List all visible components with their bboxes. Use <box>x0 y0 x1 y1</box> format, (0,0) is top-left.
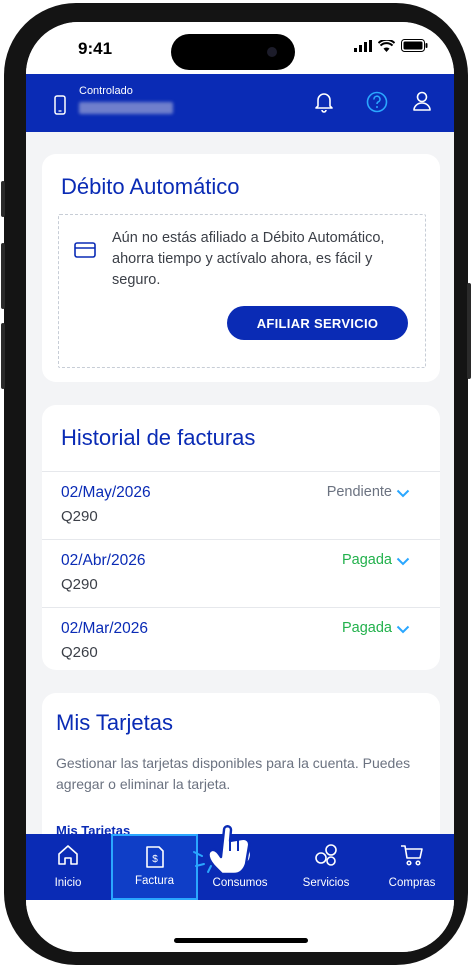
tab-compras[interactable]: Compras <box>370 834 454 900</box>
chevron-down-icon[interactable] <box>396 557 410 566</box>
tab-factura[interactable]: $ Factura <box>111 834 198 900</box>
account-number-redacted <box>79 102 173 114</box>
tap-hand-pointer-icon <box>193 825 251 876</box>
debito-card: Débito Automático Aún no estás afiliado … <box>42 154 440 382</box>
dynamic-island <box>171 34 295 70</box>
home-indicator-area <box>26 900 454 952</box>
tab-servicios[interactable]: Servicios <box>284 834 368 900</box>
invoice-status: Pagada <box>342 620 392 636</box>
line-type-label: Controlado <box>79 85 133 97</box>
bell-icon[interactable] <box>314 91 334 113</box>
tab-label: Compras <box>388 877 436 889</box>
volume-down-button <box>1 323 5 389</box>
volume-up-button <box>1 243 5 309</box>
invoice-amount: Q290 <box>61 508 98 525</box>
signal-icon <box>354 39 372 52</box>
status-bar: 9:41 <box>26 22 454 74</box>
credit-card-icon <box>74 242 96 258</box>
invoice-row[interactable]: 02/Abr/2026 Q290 Pagada <box>42 539 440 608</box>
invoice-status: Pendiente <box>326 484 392 500</box>
invoice-date: 02/May/2026 <box>61 484 151 501</box>
debito-title: Débito Automático <box>61 174 240 199</box>
historial-card: Historial de facturas 02/May/2026 Q290 P… <box>42 405 440 670</box>
invoice-row[interactable]: 02/May/2026 Q290 Pendiente <box>42 471 440 540</box>
help-icon[interactable] <box>366 91 388 113</box>
services-icon <box>315 844 337 866</box>
tab-inicio[interactable]: Inicio <box>26 834 110 900</box>
chevron-down-icon[interactable] <box>396 489 410 498</box>
invoice-date: 02/Mar/2026 <box>61 620 149 637</box>
invoice-date: 02/Abr/2026 <box>61 552 146 569</box>
svg-text:$: $ <box>152 854 158 865</box>
invoice-icon: $ <box>145 846 164 868</box>
status-time: 9:41 <box>78 39 113 58</box>
power-button <box>467 283 471 379</box>
invoice-amount: Q290 <box>61 576 98 593</box>
invoice-amount: Q260 <box>61 644 98 661</box>
afiliar-servicio-button[interactable]: AFILIAR SERVICIO <box>227 306 408 340</box>
tab-label: Servicios <box>302 877 350 889</box>
debito-message: Aún no estás afiliado a Débito Automátic… <box>112 230 385 288</box>
invoice-status: Pagada <box>342 552 392 568</box>
battery-icon <box>401 39 428 52</box>
screen: 9:41 Controlado Débito Automático Aún no… <box>26 22 454 952</box>
home-icon <box>58 845 78 865</box>
historial-title: Historial de facturas <box>61 425 256 450</box>
phone-line-icon <box>54 95 66 115</box>
scroll-content[interactable]: Débito Automático Aún no estás afiliado … <box>26 132 454 834</box>
tarjetas-subheading: Mis Tarjetas <box>56 823 131 834</box>
tarjetas-description: Gestionar las tarjetas disponibles para … <box>56 755 411 792</box>
tab-label: Inicio <box>54 877 82 889</box>
cart-icon <box>401 845 423 866</box>
invoice-row[interactable]: 02/Mar/2026 Q260 Pagada <box>42 607 440 676</box>
user-icon[interactable] <box>412 90 432 112</box>
wifi-icon <box>378 39 395 52</box>
tab-label: Consumos <box>212 877 268 889</box>
camera-icon <box>267 47 277 57</box>
tab-label: Factura <box>135 875 174 887</box>
phone-frame: 9:41 Controlado Débito Automático Aún no… <box>1 3 471 965</box>
home-indicator[interactable] <box>174 938 308 943</box>
chevron-down-icon[interactable] <box>396 625 410 634</box>
app-header: Controlado <box>26 74 454 132</box>
tarjetas-title: Mis Tarjetas <box>56 710 173 735</box>
mute-switch <box>1 181 5 217</box>
status-icons <box>354 39 428 52</box>
